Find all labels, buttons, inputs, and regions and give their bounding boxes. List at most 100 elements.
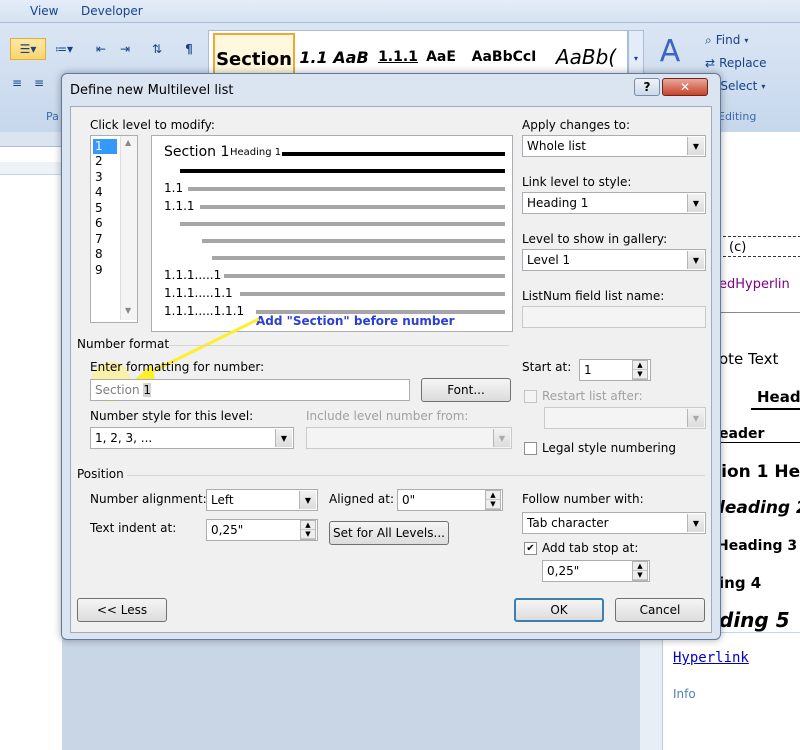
horizontal-ruler [0, 162, 62, 175]
link-level-label: Link level to style: [522, 175, 632, 189]
divider [751, 408, 800, 410]
gallery-level-label: Level to show in gallery: [522, 232, 668, 246]
start-at-label: Start at: [522, 360, 572, 374]
divider [723, 236, 800, 238]
listnum-input[interactable] [522, 306, 706, 328]
number-style-value: 1, 2, 3, ... [95, 431, 153, 445]
multilevel-outline-button[interactable]: ≔▾ [48, 38, 80, 60]
pane-item-hyperlink[interactable]: Hyperlink [673, 650, 749, 666]
link-level-value: Heading 1 [527, 196, 589, 210]
include-level-label: Include level number from: [306, 409, 469, 423]
apply-changes-label: Apply changes to: [522, 118, 631, 132]
apply-changes-value: Whole list [527, 139, 586, 153]
menu-view[interactable]: View [30, 4, 58, 18]
close-icon: ✕ [679, 80, 691, 94]
outline-list-icon: ≔▾ [54, 42, 74, 56]
document-page[interactable] [0, 132, 62, 750]
pane-item-followed-hyperlink[interactable]: edHyperlin [719, 277, 790, 292]
show-formatting-button[interactable]: ¶ [178, 38, 200, 60]
spin-down-icon: ▼ [633, 370, 647, 379]
divider [723, 256, 800, 258]
chevron-down-icon: ▾ [744, 35, 749, 45]
tab-stop-spinner[interactable]: ▲ ▼ [632, 561, 648, 581]
change-styles-button[interactable]: A [648, 30, 692, 72]
binoculars-icon: ⌕ [705, 32, 712, 47]
replace-icon: ⇄ [705, 56, 716, 70]
spin-down-icon: ▼ [301, 530, 315, 539]
align-center-button[interactable]: ≡ [28, 72, 50, 94]
spin-up-icon: ▲ [633, 562, 647, 571]
set-for-all-levels-button[interactable]: Set for All Levels... [329, 521, 449, 545]
restart-list-checkbox[interactable] [524, 390, 537, 403]
legal-style-checkbox[interactable] [524, 442, 537, 455]
link-level-select[interactable]: Heading 1 ▼ [522, 192, 706, 214]
define-multilevel-list-dialog: Define new Multilevel list ? ✕ Click lev… [61, 73, 721, 640]
include-level-select[interactable]: ▼ [306, 427, 512, 449]
font-button[interactable]: Font... [421, 378, 511, 402]
less-button[interactable]: << Less [77, 598, 167, 622]
start-at-spinner[interactable]: ▲ ▼ [632, 360, 648, 380]
number-style-label: Number style for this level: [90, 409, 254, 423]
multilevel-list-button[interactable]: ☰▾ [10, 38, 46, 60]
change-styles-icon: A [659, 33, 681, 69]
list-bullets-icon: ☰▾ [19, 42, 37, 56]
editing-group-label: Editing [718, 110, 757, 123]
select-label: Select [720, 79, 758, 93]
spin-up-icon: ▲ [301, 521, 315, 530]
pane-item-header-1[interactable]: Head [757, 388, 800, 406]
follow-number-select[interactable]: Tab character ▼ [522, 512, 706, 534]
help-button[interactable]: ? [634, 78, 660, 96]
position-group-label: Position [77, 467, 124, 481]
pane-item-heading-2[interactable]: leading 2 [719, 498, 800, 518]
pane-item-heading-5[interactable]: ding 5 [719, 608, 790, 632]
aligned-at-value: 0" [402, 493, 416, 507]
chevron-down-icon: ▼ [275, 429, 292, 447]
replace-label: Replace [719, 56, 767, 70]
chevron-down-icon: ▼ [687, 409, 704, 427]
number-style-select[interactable]: 1, 2, 3, ... ▼ [90, 427, 294, 449]
text-indent-spinner[interactable]: ▲ ▼ [300, 520, 316, 540]
toolbar-strip [0, 132, 62, 147]
cancel-button-label: Cancel [639, 603, 681, 617]
pilcrow-icon: ¶ [185, 42, 193, 56]
listnum-label: ListNum field list name: [522, 289, 665, 303]
close-button[interactable]: ✕ [662, 78, 708, 96]
sort-button[interactable]: ⇅ [146, 38, 168, 60]
ok-button[interactable]: OK [514, 598, 604, 622]
chevron-down-icon: ▼ [493, 429, 510, 447]
gallery-level-select[interactable]: Level 1 ▼ [522, 249, 706, 271]
follow-number-value: Tab character [527, 516, 609, 530]
pane-item-info[interactable]: Info [673, 687, 696, 701]
pane-item-footnote-text[interactable]: ote Text [719, 350, 778, 368]
chevron-down-icon: ▼ [687, 514, 704, 532]
pane-item-heading-1[interactable]: tion 1 Hea [713, 462, 800, 482]
restart-list-select[interactable]: ▼ [544, 407, 706, 429]
legal-style-label: Legal style numbering [542, 441, 676, 455]
number-alignment-select[interactable]: Left ▼ [206, 489, 318, 511]
align-left-button[interactable]: ≡ [6, 72, 28, 94]
aligned-at-spinner[interactable]: ▲ ▼ [485, 490, 501, 510]
gallery-level-value: Level 1 [527, 253, 571, 267]
group-separator [169, 345, 509, 346]
start-at-value: 1 [584, 363, 592, 377]
menu-developer[interactable]: Developer [81, 4, 143, 18]
add-tab-stop-checkbox[interactable]: ✔ [524, 542, 537, 555]
chevron-down-icon: ▾ [633, 53, 638, 63]
increase-indent-button[interactable]: ⇥ [114, 38, 136, 60]
number-format-input[interactable]: Section 1 [90, 379, 410, 401]
find-button[interactable]: ⌕ Find ▾ [704, 30, 790, 50]
text-indent-label: Text indent at: [90, 521, 177, 535]
divider [719, 442, 800, 443]
pane-item-header-2[interactable]: eader [719, 426, 764, 442]
chevron-down-icon: ▼ [687, 251, 704, 269]
cancel-button[interactable]: Cancel [615, 598, 705, 622]
apply-changes-select[interactable]: Whole list ▼ [522, 135, 706, 157]
divider [719, 312, 800, 313]
spin-up-icon: ▲ [486, 491, 500, 500]
pane-item-copyright[interactable]: (c) [729, 240, 746, 255]
replace-button[interactable]: ⇄ Replace [704, 53, 790, 73]
checkmark-icon: ✔ [526, 543, 535, 554]
pane-item-heading-3[interactable]: Heading 3 [717, 538, 797, 554]
pane-item-heading-4[interactable]: ing 4 [719, 574, 761, 592]
decrease-indent-button[interactable]: ⇤ [90, 38, 112, 60]
